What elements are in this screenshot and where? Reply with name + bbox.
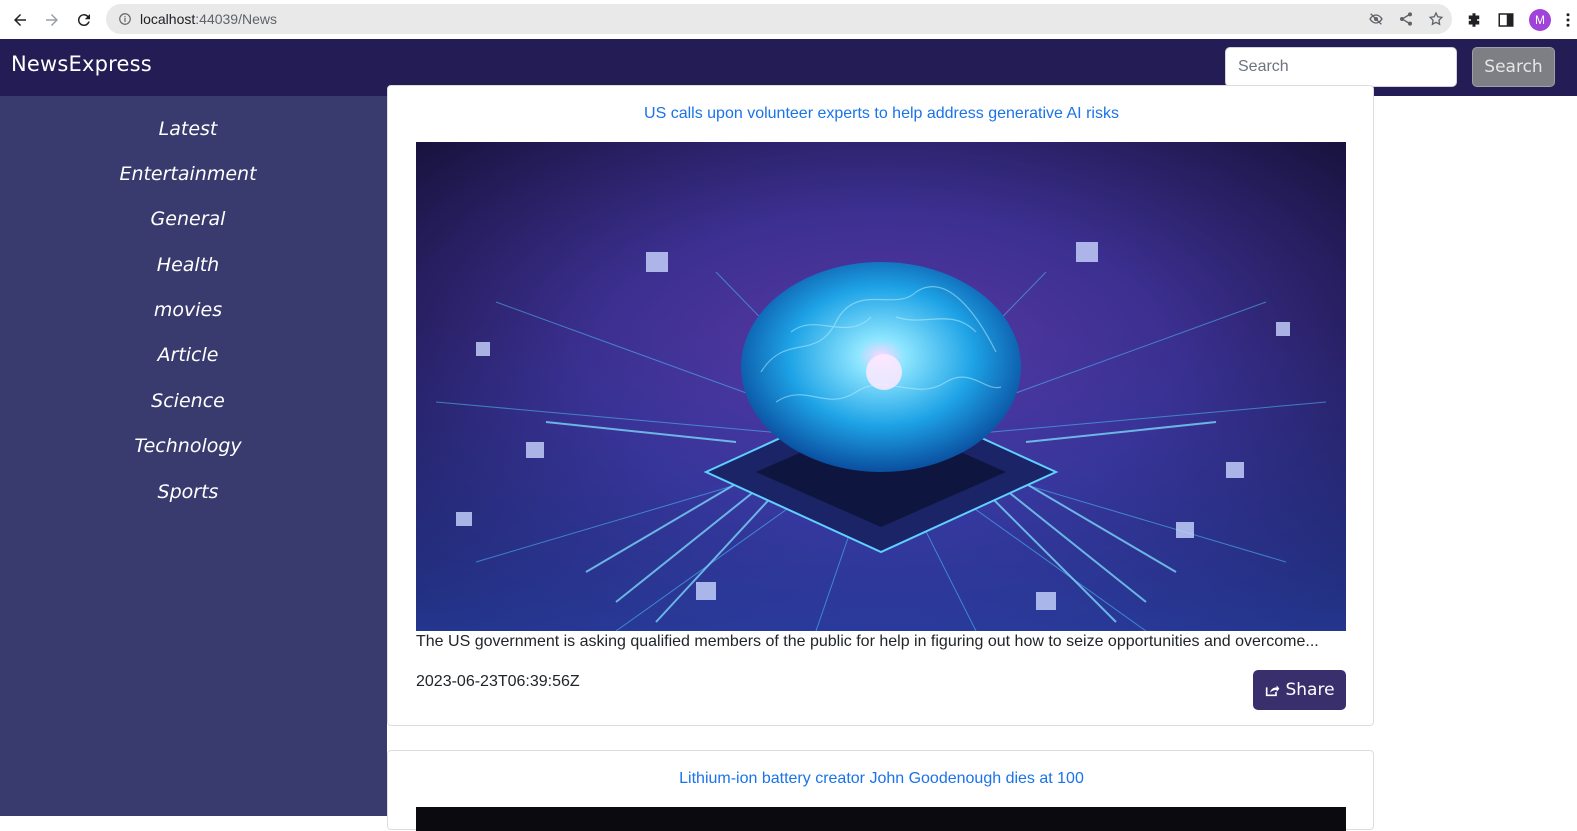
browser-toolbar: localhost:44039/News M xyxy=(0,0,1577,39)
news-card: Lithium-ion battery creator John Goodeno… xyxy=(387,750,1375,831)
profile-avatar[interactable]: M xyxy=(1529,8,1551,31)
search-input[interactable] xyxy=(1225,47,1457,87)
share-label: Share xyxy=(1285,680,1335,700)
sidebar-item-science[interactable]: Science xyxy=(0,390,376,412)
sidebar-item-technology[interactable]: Technology xyxy=(0,435,376,457)
sidebar-item-movies[interactable]: movies xyxy=(0,299,376,321)
address-bar[interactable]: localhost:44039/News xyxy=(106,4,1452,34)
search-button[interactable]: Search xyxy=(1472,47,1555,87)
back-icon[interactable] xyxy=(4,4,36,36)
news-card: US calls upon volunteer experts to help … xyxy=(387,85,1374,726)
category-sidebar: Latest Entertainment General Health movi… xyxy=(0,96,387,816)
article-date: 2023-06-23T06:39:56Z xyxy=(416,673,580,690)
sidebar-item-latest[interactable]: Latest xyxy=(0,118,376,140)
bookmark-star-icon[interactable] xyxy=(1428,11,1444,27)
article-description: The US government is asking qualified me… xyxy=(416,633,1319,650)
menu-icon[interactable] xyxy=(1565,11,1571,29)
ai-brain-circuit-image xyxy=(416,142,1346,631)
share-button[interactable]: Share xyxy=(1253,670,1346,710)
sidebar-item-article[interactable]: Article xyxy=(0,344,376,366)
article-title-link[interactable]: US calls upon volunteer experts to help … xyxy=(388,105,1375,123)
share-icon xyxy=(1266,685,1280,697)
brand-logo[interactable]: NewsExpress xyxy=(11,52,152,76)
sidebar-item-sports[interactable]: Sports xyxy=(0,481,376,503)
share-page-icon[interactable] xyxy=(1398,11,1414,27)
sidebar-item-general[interactable]: General xyxy=(0,208,376,230)
extensions-icon[interactable] xyxy=(1465,11,1483,29)
dark-image xyxy=(416,807,1346,831)
article-title-link[interactable]: Lithium-ion battery creator John Goodeno… xyxy=(388,770,1375,788)
eye-off-icon[interactable] xyxy=(1368,11,1384,27)
sidebar-item-health[interactable]: Health xyxy=(0,254,376,276)
info-icon[interactable] xyxy=(118,12,132,26)
side-panel-icon[interactable] xyxy=(1497,11,1515,29)
reload-icon[interactable] xyxy=(68,4,100,36)
forward-icon[interactable] xyxy=(36,4,68,36)
url-text: localhost:44039/News xyxy=(140,11,277,27)
sidebar-item-entertainment[interactable]: Entertainment xyxy=(0,163,376,185)
